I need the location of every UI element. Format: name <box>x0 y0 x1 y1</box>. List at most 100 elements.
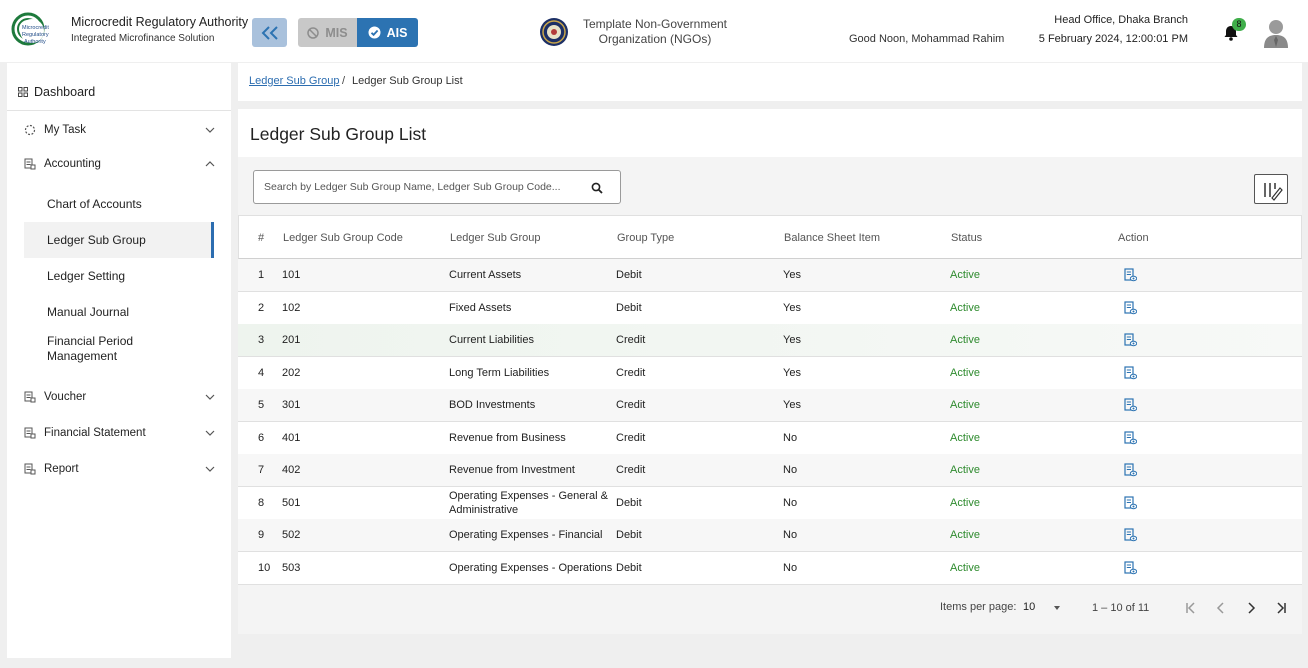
ledger-icon <box>24 463 36 475</box>
cell-status: Active <box>950 464 980 476</box>
cell-number: 10 <box>258 561 271 574</box>
chevron-up-icon <box>205 161 215 167</box>
table-row: 6 401 Revenue from Business Credit No Active <box>238 422 1302 455</box>
column-header-balance-sheet-item[interactable]: Balance Sheet Item <box>784 232 880 244</box>
sidebar-item-dashboard[interactable]: Dashboard <box>7 77 231 107</box>
cell-code: 301 <box>282 399 301 411</box>
column-header-sub-group[interactable]: Ledger Sub Group <box>450 232 541 244</box>
dropdown-caret-icon[interactable] <box>1054 606 1060 610</box>
svg-text:Regulatory: Regulatory <box>22 32 49 38</box>
items-per-page-label: Items per page: <box>940 601 1017 613</box>
cell-status: Active <box>950 496 980 509</box>
notification-count-badge: 8 <box>1232 18 1246 31</box>
sidebar-subitem-label: Ledger Setting <box>47 269 126 283</box>
sidebar-item-accounting[interactable]: Accounting <box>7 149 231 179</box>
previous-page-icon[interactable] <box>1214 601 1228 615</box>
view-details-icon[interactable] <box>1124 430 1137 445</box>
search-field[interactable] <box>253 170 621 204</box>
cell-balance-sheet-item: Yes <box>783 334 801 346</box>
next-page-icon[interactable] <box>1244 601 1258 615</box>
cell-status: Active <box>950 366 980 379</box>
last-page-icon[interactable] <box>1274 601 1288 615</box>
cell-code: 202 <box>282 366 301 379</box>
sidebar-subitem-financial-period-management[interactable]: Financial Period Management <box>24 331 174 367</box>
view-details-icon[interactable] <box>1124 333 1137 347</box>
view-details-icon[interactable] <box>1124 300 1137 315</box>
cell-balance-sheet-item: Yes <box>783 366 801 379</box>
search-input[interactable] <box>264 178 574 196</box>
cell-group-type: Debit <box>616 496 642 509</box>
cell-sub-group: Operating Expenses - General & Administr… <box>449 489 608 516</box>
cell-sub-group: Long Term Liabilities <box>449 366 550 379</box>
cell-sub-group: Operating Expenses - Operations <box>449 561 613 574</box>
cell-balance-sheet-item: Yes <box>783 301 801 314</box>
cell-status: Active <box>950 269 980 281</box>
table-row: 1 101 Current Assets Debit Yes Active <box>238 259 1302 292</box>
cell-sub-group: Current Liabilities <box>449 334 534 346</box>
items-per-page-select[interactable]: 10 <box>1023 601 1035 613</box>
sidebar-subitem-ledger-setting[interactable]: Ledger Setting <box>24 258 214 294</box>
column-settings-button[interactable] <box>1254 174 1288 204</box>
sidebar-item-my-task[interactable]: My Task <box>7 115 231 145</box>
search-icon[interactable] <box>591 182 603 194</box>
sidebar: Dashboard My Task Accounting Chart of Ac… <box>7 63 231 658</box>
svg-text:Authority: Authority <box>24 39 46 45</box>
chevron-down-icon <box>205 430 215 436</box>
view-details-icon[interactable] <box>1124 398 1137 412</box>
cell-code: 201 <box>282 334 301 346</box>
cell-number: 8 <box>258 496 265 509</box>
view-details-icon[interactable] <box>1124 463 1137 477</box>
svg-text:Microcredit: Microcredit <box>22 25 49 31</box>
breadcrumb-current: Ledger Sub Group List <box>352 75 463 87</box>
view-details-icon[interactable] <box>1124 495 1137 510</box>
column-header-status[interactable]: Status <box>951 232 982 244</box>
ais-toggle-button[interactable]: AIS <box>357 18 418 47</box>
sidebar-item-label: Dashboard <box>34 85 96 99</box>
cell-number: 3 <box>258 334 265 346</box>
sidebar-subitem-ledger-sub-group[interactable]: Ledger Sub Group <box>24 222 214 258</box>
view-details-icon[interactable] <box>1124 560 1137 575</box>
table-header: # Ledger Sub Group Code Ledger Sub Group… <box>238 215 1302 259</box>
first-page-icon[interactable] <box>1184 601 1198 615</box>
cell-status: Active <box>950 431 980 444</box>
cell-status: Active <box>950 561 980 574</box>
government-seal-icon <box>540 18 568 46</box>
cell-sub-group: BOD Investments <box>449 399 536 411</box>
org-name: Microcredit Regulatory Authority <box>71 15 249 29</box>
mis-toggle-button[interactable]: MIS <box>298 18 357 47</box>
cell-sub-group: Operating Expenses - Financial <box>449 529 603 541</box>
table-toolbar <box>238 157 1302 215</box>
sidebar-item-report[interactable]: Report <box>7 454 231 484</box>
column-header-code[interactable]: Ledger Sub Group Code <box>283 232 403 244</box>
breadcrumb: Ledger Sub Group / Ledger Sub Group List <box>238 63 1302 101</box>
sidebar-subitem-manual-journal[interactable]: Manual Journal <box>24 294 214 330</box>
user-avatar[interactable] <box>1262 18 1290 48</box>
cell-status: Active <box>950 301 980 314</box>
chevron-down-icon <box>205 394 215 400</box>
view-details-icon[interactable] <box>1124 528 1137 542</box>
cell-sub-group: Revenue from Investment <box>449 464 575 476</box>
table-row: 7 402 Revenue from Investment Credit No Activ… <box>238 454 1302 487</box>
cell-code: 402 <box>282 464 301 476</box>
cell-status: Active <box>950 334 980 346</box>
cell-balance-sheet-item: No <box>783 496 798 509</box>
view-details-icon[interactable] <box>1124 268 1137 282</box>
ledger-icon <box>24 391 36 403</box>
cell-number: 1 <box>258 269 265 281</box>
breadcrumb-link-ledger-sub-group[interactable]: Ledger Sub Group <box>249 75 340 87</box>
column-header-group-type[interactable]: Group Type <box>617 232 674 244</box>
cell-number: 7 <box>258 464 265 476</box>
sidebar-item-financial-statement[interactable]: Financial Statement <box>7 418 231 448</box>
column-header-action: Action <box>1118 232 1149 244</box>
ais-label: AIS <box>386 25 408 40</box>
table-row: 8 501 Operating Expenses - General & Admin… <box>238 487 1302 520</box>
cell-code: 501 <box>282 496 301 509</box>
sidebar-subitem-chart-of-accounts[interactable]: Chart of Accounts <box>24 186 214 222</box>
cell-group-type: Debit <box>616 529 642 541</box>
mra-logo: Microcredit Regulatory Authority <box>11 12 49 46</box>
check-circle-icon <box>368 26 381 39</box>
collapse-sidebar-button[interactable] <box>252 18 287 47</box>
sidebar-item-voucher[interactable]: Voucher <box>7 382 231 412</box>
ledger-icon <box>24 158 36 170</box>
view-details-icon[interactable] <box>1124 365 1137 380</box>
